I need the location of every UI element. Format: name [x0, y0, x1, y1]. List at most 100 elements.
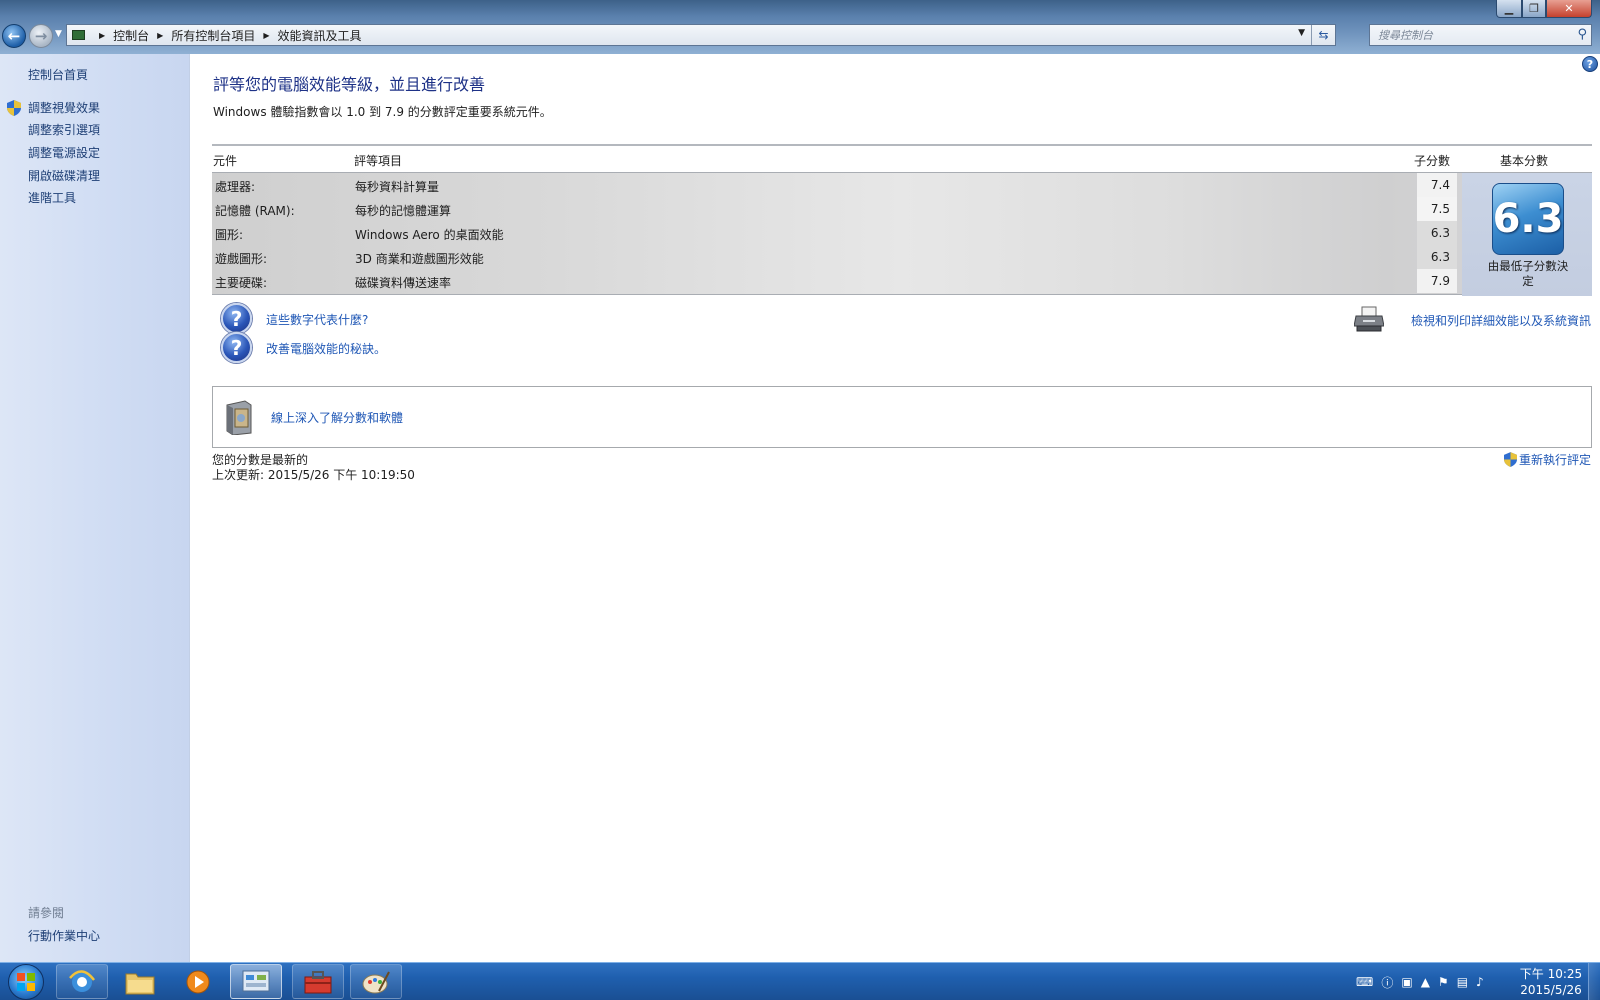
breadcrumb-separator-icon[interactable]: ▶ — [99, 31, 105, 40]
subscore-value: 7.5 — [1430, 202, 1450, 216]
learn-online-link[interactable]: 線上深入了解分數和軟體 — [271, 409, 403, 426]
table-row: 遊戲圖形: 3D 商業和遊戲圖形效能 6.3 — [212, 245, 1457, 269]
header-basescore: 基本分數 — [1500, 154, 1549, 168]
rating-label: 磁碟資料傳送速率 — [355, 276, 452, 290]
search-placeholder: 搜尋控制台 — [1378, 29, 1433, 42]
start-button[interactable] — [8, 964, 44, 1000]
search-input[interactable]: 搜尋控制台 ⚲ — [1369, 24, 1592, 46]
rating-label: 3D 商業和遊戲圖形效能 — [355, 252, 484, 266]
table-row: 記憶體 (RAM): 每秒的記憶體運算 7.5 — [212, 197, 1457, 221]
taskbar-media-player[interactable] — [172, 964, 224, 999]
component-label: 記憶體 (RAM): — [215, 204, 295, 218]
online-info-box: 線上深入了解分數和軟體 — [212, 386, 1592, 448]
sidebar-item-indexing[interactable]: 調整索引選項 — [28, 121, 100, 138]
subscore-value: 6.3 — [1430, 250, 1450, 264]
sidebar-item-action-center[interactable]: 行動作業中心 — [28, 927, 100, 944]
printer-icon — [1354, 306, 1384, 332]
breadcrumb-separator-icon[interactable]: ▶ — [157, 31, 163, 40]
sidebar-item-disk-cleanup[interactable]: 開啟磁碟清理 — [28, 167, 100, 184]
taskbar-paint[interactable] — [350, 964, 402, 999]
base-score-panel: 6.3 由最低子分數決定 — [1462, 173, 1592, 296]
base-score-caption: 由最低子分數決定 — [1487, 259, 1569, 288]
help-icon[interactable]: ? — [1582, 56, 1598, 72]
windows-logo-icon — [17, 973, 35, 991]
search-icon[interactable]: ⚲ — [1577, 27, 1587, 42]
question-mark-icon: ? — [221, 332, 252, 363]
header-subscore: 子分數 — [1414, 154, 1451, 168]
show-hidden-icons-icon[interactable]: ▲ — [1421, 975, 1430, 989]
action-center-flag-icon[interactable]: ⚑ — [1438, 975, 1449, 989]
media-player-icon — [186, 970, 210, 993]
score-rows: 處理器: 每秒資料計算量 7.4 記憶體 (RAM): 每秒的記憶體運算 7.5… — [212, 172, 1592, 296]
keyboard-icon[interactable]: ⌨ — [1356, 975, 1373, 989]
clock-time: 下午 10:25 — [1519, 967, 1583, 981]
taskbar-toolbox[interactable] — [292, 964, 344, 999]
software-box-icon — [226, 400, 252, 435]
table-divider — [212, 144, 1592, 146]
breadcrumb-all-items[interactable]: 所有控制台項目 — [171, 27, 255, 44]
uac-shield-icon — [7, 100, 21, 116]
maximize-button[interactable]: ❐ — [1522, 0, 1546, 18]
sidebar-item-power[interactable]: 調整電源設定 — [28, 144, 100, 161]
control-panel-icon — [242, 970, 270, 991]
volume-icon[interactable]: ♪ — [1476, 975, 1484, 989]
display-icon[interactable]: ▣ — [1401, 975, 1412, 989]
taskbar-explorer[interactable] — [114, 964, 166, 999]
network-icon[interactable]: ▤ — [1457, 975, 1468, 989]
subscore-value: 7.4 — [1430, 178, 1450, 192]
control-panel-icon — [72, 30, 85, 40]
clock-date: 2015/5/26 — [1520, 983, 1582, 997]
window-title-bar: ▁ ❐ ✕ ← → ▼ ▶ 控制台 ▶ 所有控制台項目 ▶ 效能資訊及工具 ▼ … — [0, 0, 1600, 54]
rating-label: 每秒的記憶體運算 — [355, 204, 452, 218]
base-score-badge: 6.3 — [1492, 183, 1564, 255]
subscore-value: 6.3 — [1430, 226, 1450, 240]
refresh-icon[interactable]: ⇆ — [1311, 25, 1335, 45]
window-controls: ▁ ❐ ✕ — [1496, 0, 1592, 20]
breadcrumb-performance-tools[interactable]: 效能資訊及工具 — [278, 27, 362, 44]
rerun-assessment[interactable]: 重新執行評定 — [1503, 451, 1591, 468]
help-tray-icon[interactable]: ⓘ — [1381, 974, 1393, 991]
component-label: 主要硬碟: — [215, 276, 268, 290]
taskbar-control-panel[interactable] — [230, 964, 282, 999]
header-rating: 評等項目 — [354, 154, 403, 168]
print-details-link[interactable]: 檢視和列印詳細效能以及系統資訊 — [1411, 312, 1591, 329]
table-row: 主要硬碟: 磁碟資料傳送速率 7.9 — [212, 269, 1457, 293]
breadcrumb-control-panel[interactable]: 控制台 — [113, 27, 149, 44]
what-numbers-mean-link[interactable]: 這些數字代表什麼? — [266, 311, 368, 328]
address-bar[interactable]: ▶ 控制台 ▶ 所有控制台項目 ▶ 效能資訊及工具 ▼ ⇆ — [66, 24, 1336, 46]
sidebar-item-visual-effects[interactable]: 調整視覺效果 — [28, 99, 100, 116]
question-mark-icon: ? — [221, 303, 252, 334]
table-row: 處理器: 每秒資料計算量 7.4 — [212, 173, 1457, 197]
page-title: 評等您的電腦效能等級，並且進行改善 — [213, 75, 486, 94]
close-button[interactable]: ✕ — [1546, 0, 1592, 18]
performance-tips-link[interactable]: 改善電腦效能的秘訣。 — [266, 340, 386, 357]
back-button[interactable]: ← — [2, 24, 26, 48]
main-content: ? 評等您的電腦效能等級，並且進行改善 Windows 體驗指數會以 1.0 到… — [191, 54, 1600, 962]
last-update: 上次更新: 2015/5/26 下午 10:19:50 — [212, 468, 415, 482]
component-label: 處理器: — [215, 180, 256, 194]
sidebar: 控制台首頁 調整視覺效果 調整索引選項 調整電源設定 開啟磁碟清理 進階工具 請… — [0, 54, 190, 962]
taskbar-internet-explorer[interactable] — [56, 964, 108, 999]
explorer-icon — [125, 973, 155, 994]
rating-label: Windows Aero 的桌面效能 — [355, 228, 504, 242]
system-tray: ⌨ ⓘ ▣ ▲ ⚑ ▤ ♪ — [1356, 970, 1484, 994]
forward-button[interactable]: → — [29, 24, 53, 48]
breadcrumb-separator-icon[interactable]: ▶ — [263, 31, 269, 40]
see-also-heading: 請參閱 — [28, 906, 65, 920]
minimize-button[interactable]: ▁ — [1496, 0, 1522, 18]
component-label: 圖形: — [215, 228, 244, 242]
subscore-value: 7.9 — [1430, 274, 1450, 288]
recent-pages-dropdown[interactable]: ▼ — [55, 29, 62, 39]
taskbar: ⌨ ⓘ ▣ ▲ ⚑ ▤ ♪ 下午 10:25 2015/5/26 — [0, 962, 1600, 1000]
rating-label: 每秒資料計算量 — [355, 180, 440, 194]
address-dropdown-icon[interactable]: ▼ — [1298, 28, 1305, 38]
clock[interactable]: 下午 10:25 2015/5/26 — [1516, 966, 1586, 998]
header-component: 元件 — [213, 154, 238, 168]
toolbox-icon — [304, 970, 332, 993]
score-table: 元件 評等項目 子分數 基本分數 處理器: 每秒資料計算量 7.4 記憶體 (R… — [212, 144, 1592, 297]
sidebar-item-advanced-tools[interactable]: 進階工具 — [28, 189, 76, 206]
show-desktop-button[interactable] — [1588, 963, 1600, 1000]
sidebar-item-home[interactable]: 控制台首頁 — [28, 66, 88, 83]
rerun-assessment-link[interactable]: 重新執行評定 — [1519, 451, 1591, 468]
uac-shield-icon — [1503, 452, 1517, 467]
